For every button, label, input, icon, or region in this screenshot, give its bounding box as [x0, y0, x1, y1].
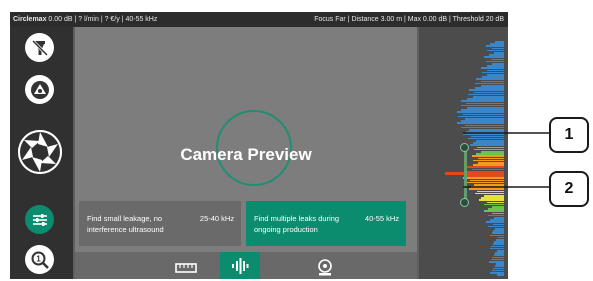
callout-1: 1	[549, 117, 589, 153]
callout-2: 2	[549, 171, 589, 207]
callout-lines	[463, 132, 549, 188]
